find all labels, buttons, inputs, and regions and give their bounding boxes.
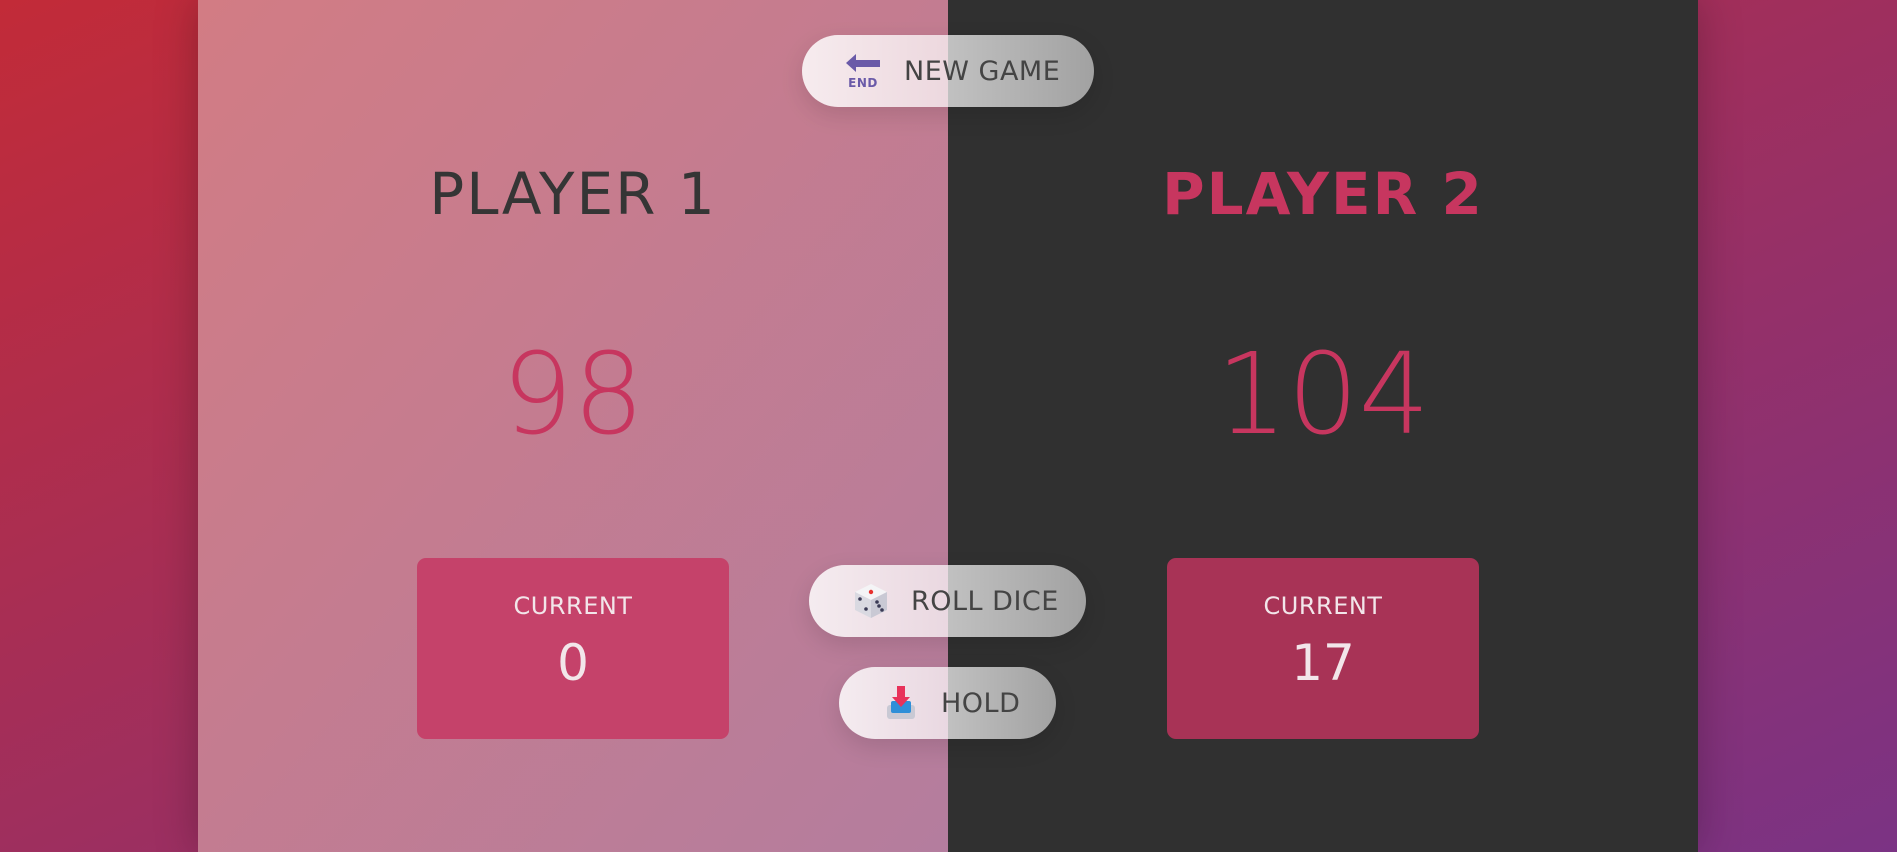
player-1-current-score: 0 — [557, 634, 589, 692]
roll-dice-label: ROLL DICE — [911, 585, 1059, 617]
player-2-current-label: CURRENT — [1263, 592, 1383, 620]
player-1-panel: PLAYER 1 98 CURRENT 0 — [198, 0, 948, 852]
player-1-name: PLAYER 1 — [429, 160, 717, 229]
player-1-current-box: CURRENT 0 — [417, 558, 729, 739]
player-2-score: 104 — [1216, 330, 1430, 460]
inbox-tray-icon — [881, 683, 921, 723]
hold-button[interactable]: HOLD — [839, 667, 1056, 739]
hold-label: HOLD — [941, 687, 1021, 719]
new-game-label: NEW GAME — [904, 55, 1061, 87]
roll-dice-button[interactable]: ROLL DICE — [809, 565, 1086, 637]
player-2-current-box: CURRENT 17 — [1167, 558, 1479, 739]
new-game-button[interactable]: END NEW GAME — [802, 35, 1094, 107]
player-1-current-label: CURRENT — [513, 592, 633, 620]
player-2-panel: PLAYER 2 104 CURRENT 17 — [948, 0, 1698, 852]
player-2-name: PLAYER 2 — [1162, 160, 1484, 229]
player-1-score: 98 — [501, 330, 645, 460]
player-2-current-score: 17 — [1291, 634, 1355, 692]
svg-text:END: END — [848, 76, 878, 90]
end-arrow-icon: END — [844, 51, 884, 91]
dice-icon — [851, 581, 891, 621]
